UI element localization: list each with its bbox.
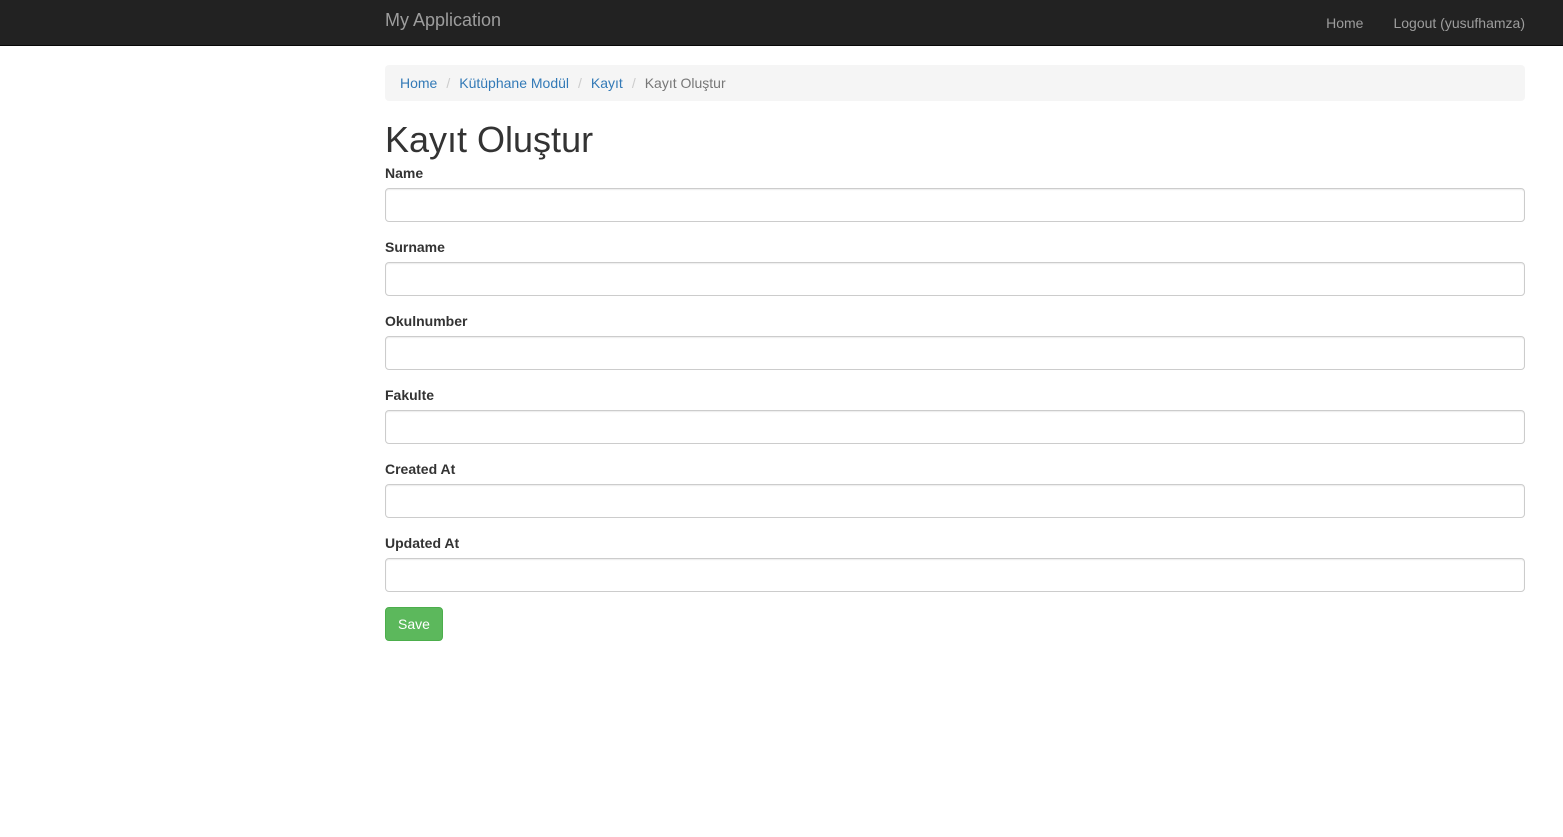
breadcrumb-kayit-link[interactable]: Kayıt — [591, 75, 623, 91]
nav-logout-link[interactable]: Logout (yusufhamza) — [1393, 15, 1525, 31]
nav-home-link[interactable]: Home — [1326, 15, 1363, 31]
breadcrumb: Home / Kütüphane Modül / Kayıt / Kayıt O… — [385, 65, 1525, 101]
okulnumber-input[interactable] — [385, 336, 1525, 370]
top-navbar: My Application Home Logout (yusufhamza) — [0, 0, 1563, 46]
created-at-group: Created At — [385, 459, 1525, 518]
surname-input[interactable] — [385, 262, 1525, 296]
fakulte-input[interactable] — [385, 410, 1525, 444]
surname-label: Surname — [385, 239, 445, 255]
main-container: Home / Kütüphane Modül / Kayıt / Kayıt O… — [385, 65, 1525, 641]
fakulte-group: Fakulte — [385, 385, 1525, 444]
updated-at-group: Updated At — [385, 533, 1525, 592]
surname-group: Surname — [385, 237, 1525, 296]
updated-at-label: Updated At — [385, 535, 460, 551]
save-button[interactable]: Save — [385, 607, 443, 641]
name-input[interactable] — [385, 188, 1525, 222]
name-label: Name — [385, 165, 424, 181]
navbar-right-menu: Home Logout (yusufhamza) — [1296, 0, 1525, 45]
breadcrumb-separator: / — [631, 75, 636, 91]
breadcrumb-module-link[interactable]: Kütüphane Modül — [459, 75, 569, 91]
brand-link[interactable]: My Application — [385, 10, 501, 30]
created-at-label: Created At — [385, 461, 456, 477]
name-group: Name — [385, 163, 1525, 222]
breadcrumb-home-link[interactable]: Home — [400, 75, 437, 91]
created-at-input[interactable] — [385, 484, 1525, 518]
breadcrumb-separator: / — [446, 75, 451, 91]
fakulte-label: Fakulte — [385, 387, 435, 403]
breadcrumb-separator: / — [578, 75, 582, 91]
updated-at-input[interactable] — [385, 558, 1525, 592]
breadcrumb-active: Kayıt Oluştur — [644, 75, 726, 91]
page-title: Kayıt Oluştur — [385, 119, 594, 160]
okulnumber-group: Okulnumber — [385, 311, 1525, 370]
okulnumber-label: Okulnumber — [385, 313, 468, 329]
create-form: Name Surname Okulnumber Fakulte Created … — [385, 163, 1525, 641]
